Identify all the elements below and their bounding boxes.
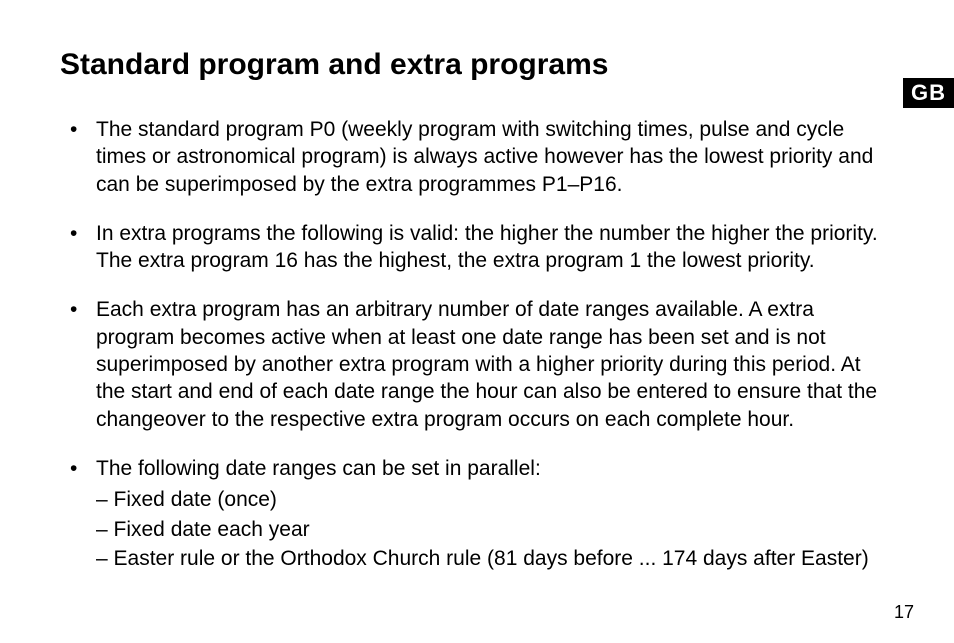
sub-list-item: – Easter rule or the Orthodox Church rul… <box>96 545 894 572</box>
list-item: Each extra program has an arbitrary numb… <box>60 296 894 432</box>
list-item: The standard program P0 (weekly program … <box>60 116 894 198</box>
page-number: 17 <box>894 602 914 623</box>
language-badge: GB <box>903 78 954 108</box>
list-item-text: Each extra program has an arbitrary numb… <box>96 298 877 430</box>
list-item-text: The following date ranges can be set in … <box>96 457 541 480</box>
sub-list: – Fixed date (once) – Fixed date each ye… <box>96 486 894 572</box>
sub-list-item: – Fixed date (once) <box>96 486 894 513</box>
page-title: Standard program and extra programs <box>60 48 894 82</box>
list-item: In extra programs the following is valid… <box>60 220 894 275</box>
body-content: The standard program P0 (weekly program … <box>60 116 894 572</box>
page: GB Standard program and extra programs T… <box>0 0 954 643</box>
list-item: The following date ranges can be set in … <box>60 455 894 572</box>
bullet-list: The standard program P0 (weekly program … <box>60 116 894 572</box>
sub-list-item: – Fixed date each year <box>96 516 894 543</box>
list-item-text: In extra programs the following is valid… <box>96 222 878 272</box>
list-item-text: The standard program P0 (weekly program … <box>96 118 873 196</box>
